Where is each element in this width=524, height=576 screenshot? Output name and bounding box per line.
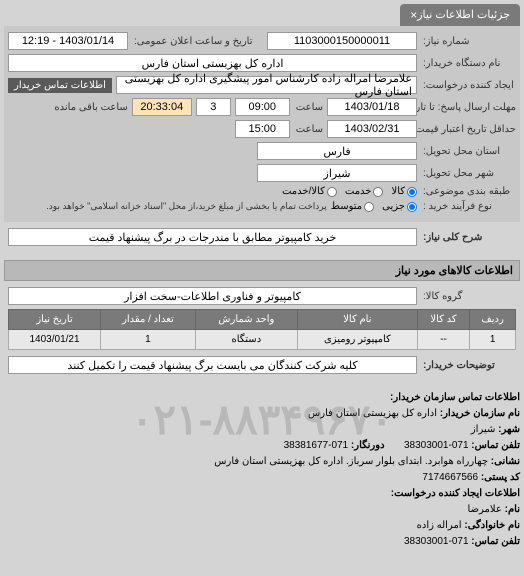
- buyer-notes-label: توضیحات خریدار:: [421, 360, 516, 371]
- radio-medium[interactable]: متوسط: [331, 201, 374, 212]
- province-field: فارس: [257, 142, 417, 160]
- radio-both[interactable]: کالا/خدمت: [282, 186, 337, 197]
- buyer-org-field: اداره کل بهزیستی استان فارس: [8, 54, 417, 72]
- th-unit: واحد شمارش: [195, 310, 297, 330]
- cell-code: --: [417, 330, 469, 350]
- cell-name: کامپیوتر رومیزی: [297, 330, 417, 350]
- tab-title: جزئیات اطلاعات نیاز: [417, 9, 510, 21]
- purchase-note: پرداخت تمام یا بخشی از مبلغ خرید،از محل …: [44, 201, 326, 212]
- contact-title: اطلاعات تماس سازمان خریدار:: [390, 392, 520, 403]
- price-until-date-field: 1403/02/31: [327, 120, 417, 138]
- creator-label: ایجاد کننده درخواست:: [421, 80, 516, 91]
- buyer-org-label: نام دستگاه خریدار:: [421, 58, 516, 69]
- cell-row: 1: [470, 330, 516, 350]
- th-qty: تعداد / مقدار: [101, 310, 196, 330]
- buyer-contact-info: اطلاعات تماس سازمان خریدار: نام سازمان خ…: [4, 390, 520, 550]
- deadline-hour-field: 09:00: [235, 98, 290, 116]
- request-number-label: شماره نیاز:: [421, 36, 516, 47]
- request-number-field: 1103000150000011: [267, 32, 417, 50]
- price-until-hour-label: ساعت: [294, 124, 323, 135]
- tab-header: جزئیات اطلاعات نیاز ×: [400, 4, 520, 26]
- creator-field: علامرضا امراله زاده کارشناس امور پیشگیری…: [116, 76, 417, 94]
- goods-group-field: کامپیوتر و فناوری اطلاعات-سخت افزار: [8, 287, 417, 305]
- general-desc-field: خرید کامپیوتر مطابق با مندرجات در برگ پی…: [8, 228, 417, 246]
- th-code: کد کالا: [417, 310, 469, 330]
- deadline-label: مهلت ارسال پاسخ: تا تاریخ:: [421, 102, 516, 113]
- th-name: نام کالا: [297, 310, 417, 330]
- goods-table: ردیف کد کالا نام کالا واحد شمارش تعداد /…: [8, 309, 516, 350]
- th-date: تاریخ نیاز: [9, 310, 101, 330]
- category-radio-group: کالا خدمت کالا/خدمت: [282, 186, 417, 197]
- contact-button[interactable]: اطلاعات تماس خریدار: [8, 78, 112, 93]
- goods-info-title: اطلاعات کالاهای مورد نیاز: [4, 260, 520, 281]
- table-row: 1 -- کامپیوتر رومیزی دستگاه 1 1403/01/21: [9, 330, 516, 350]
- creator-contact-title: اطلاعات ایجاد کننده درخواست:: [391, 488, 520, 499]
- deadline-date-field: 1403/01/18: [327, 98, 417, 116]
- th-row: ردیف: [470, 310, 516, 330]
- radio-kala[interactable]: کالا: [391, 186, 417, 197]
- price-until-label: حداقل تاریخ اعتبار قیمت: تا تاریخ:: [421, 124, 516, 135]
- public-datetime-field: 1403/01/14 - 12:19: [8, 32, 128, 50]
- price-until-hour-field: 15:00: [235, 120, 290, 138]
- remaining-label: ساعت باقی مانده: [52, 102, 127, 113]
- buyer-notes-field: کلیه شرکت کنندگان می بایست برگ پیشنهاد ق…: [8, 356, 417, 374]
- radio-service[interactable]: خدمت: [345, 186, 384, 197]
- cell-unit: دستگاه: [195, 330, 297, 350]
- purchase-radio-group: جزیی متوسط: [331, 201, 417, 212]
- remaining-time-field: 20:33:04: [132, 98, 192, 116]
- purchase-type-label: نوع فرآیند خرید :: [421, 201, 516, 212]
- deadline-hour-label: ساعت: [294, 102, 323, 113]
- remaining-days-field: 3: [196, 98, 231, 116]
- city-label: شهر محل تحویل:: [421, 168, 516, 179]
- public-datetime-label: تاریخ و ساعت اعلان عمومی:: [132, 36, 253, 47]
- city-field: شیراز: [257, 164, 417, 182]
- goods-group-label: گروه کالا:: [421, 291, 516, 302]
- province-label: استان محل تحویل:: [421, 146, 516, 157]
- category-label: طبقه بندی موضوعی:: [421, 186, 516, 197]
- cell-date: 1403/01/21: [9, 330, 101, 350]
- cell-qty: 1: [101, 330, 196, 350]
- radio-small[interactable]: جزیی: [382, 201, 417, 212]
- general-desc-label: شرح کلی نیاز:: [421, 232, 516, 243]
